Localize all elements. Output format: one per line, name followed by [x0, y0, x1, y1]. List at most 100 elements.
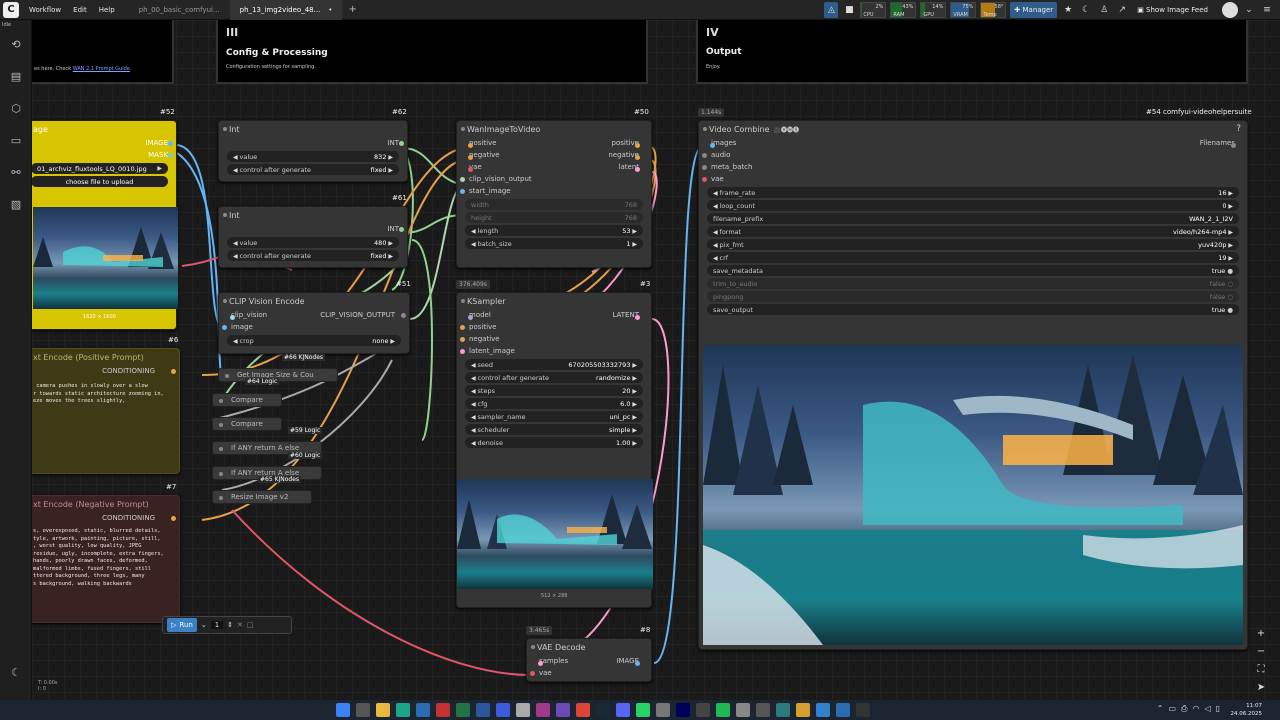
chevron-up-icon[interactable]: ⌃ [1157, 704, 1164, 714]
image-file-select[interactable]: 01_archviz_fluxtools_LQ_0010.jpg ▶ [32, 163, 168, 174]
upload-button[interactable]: choose file to upload [32, 176, 168, 187]
cube-icon[interactable]: ⬡ [8, 100, 24, 116]
wan-height-widget[interactable]: height 768 [465, 212, 643, 223]
vae-decode-node[interactable]: VAE Decode samples IMAGE vae [526, 638, 652, 682]
vc-filenames-output[interactable]: Filenames [1200, 139, 1239, 148]
excel-icon[interactable] [456, 703, 470, 717]
loop-count-widget[interactable]: ◀ loop_count 0 ▶ [707, 200, 1239, 211]
monitor-icon[interactable]: ▭ [1168, 704, 1176, 714]
after-effects-icon[interactable] [676, 703, 690, 717]
folder-icon[interactable]: ▭ [8, 132, 24, 148]
app-icon[interactable] [836, 703, 850, 717]
menu-help[interactable]: Help [93, 6, 121, 14]
app-icon[interactable] [656, 703, 670, 717]
wan-length-widget[interactable]: ◀ length 53 ▶ [465, 225, 643, 236]
stepper-icon[interactable]: ⇕ [227, 621, 233, 629]
spotify-icon[interactable] [716, 703, 730, 717]
triangle-icon[interactable]: ◬ [824, 2, 839, 18]
pingpong-toggle[interactable]: pingpong false ○ [707, 291, 1239, 302]
batch-count-input[interactable]: 1 [210, 621, 224, 629]
run-button[interactable]: ▷ Run [167, 618, 197, 632]
video-combine-node[interactable]: Video Combine 🎥🅥🅗🅢? images Filenames audio… [698, 120, 1248, 650]
outlook-icon[interactable] [416, 703, 430, 717]
crop-widget[interactable]: ◀ crop none ▶ [227, 335, 401, 346]
new-tab-button[interactable]: + [342, 4, 362, 15]
wan-latent-output[interactable]: latent [619, 163, 643, 172]
history-icon[interactable]: ⟲ [8, 36, 24, 52]
compare-node-1[interactable]: Compare [212, 393, 282, 407]
ks-latent-output[interactable]: LATENT [612, 311, 643, 320]
vc-vae-input[interactable]: vae [699, 173, 1247, 185]
chevron-down-icon[interactable]: ⌄ [201, 621, 207, 629]
frame-rate-widget[interactable]: ◀ frame_rate 16 ▶ [707, 187, 1239, 198]
wan-prompt-guide-link[interactable]: WAN 2.1 Prompt Guide [73, 66, 130, 72]
taskbar-clock[interactable]: 11:07 24.06.2025 [1231, 702, 1263, 718]
theme-toggle-icon[interactable]: ☾ [8, 664, 24, 680]
vae-vae-input[interactable]: vae [527, 667, 651, 679]
queue-icon[interactable]: ▤ [8, 68, 24, 84]
control-after-generate-widget[interactable]: ◀ control after generate randomize ▶ [465, 372, 643, 383]
vscode-icon[interactable] [496, 703, 510, 717]
ksampler-node[interactable]: KSampler model LATENT positive negative l… [456, 292, 653, 608]
navigate-icon[interactable]: ➤ [1254, 680, 1268, 694]
dreamweaver-icon[interactable] [536, 703, 550, 717]
negative-prompt-node[interactable]: xt Encode (Negative Prompt) CONDITIONING… [32, 495, 180, 623]
wan-clip-vision-input[interactable]: clip_vision_output [457, 173, 651, 185]
app-icon[interactable] [816, 703, 830, 717]
pos-conditioning-output[interactable]: CONDITIONING [32, 365, 179, 377]
tab-basic-comfyui[interactable]: ph_00_basic_comfyui... [129, 0, 230, 20]
chrome-icon[interactable] [576, 703, 590, 717]
app-icon[interactable] [556, 703, 570, 717]
square-icon[interactable]: □ [247, 621, 254, 629]
vae-samples-input[interactable]: samples [535, 657, 568, 666]
app-icon[interactable] [736, 703, 750, 717]
steam-icon[interactable] [596, 703, 610, 717]
wan-positive-input[interactable]: positive [465, 139, 496, 148]
word-icon[interactable] [476, 703, 490, 717]
terminal-icon[interactable] [856, 703, 870, 717]
wan-negative-output[interactable]: negative [608, 151, 643, 160]
int1-value-widget[interactable]: ◀ value 832 ▶ [227, 151, 399, 162]
image-output[interactable]: IMAGE [32, 137, 176, 149]
whatsapp-icon[interactable] [636, 703, 650, 717]
fit-view-icon[interactable]: ⛶ [1254, 662, 1268, 676]
wan-batch-widget[interactable]: ◀ batch_size 1 ▶ [465, 238, 643, 249]
neg-conditioning-output[interactable]: CONDITIONING [32, 512, 179, 524]
pos-prompt-textarea[interactable]: camera pushes in slowly over a slow r to… [33, 383, 164, 406]
seed-widget[interactable]: ◀ seed 670205503332793 ▶ [465, 359, 643, 370]
help-icon[interactable]: ? [1236, 124, 1241, 134]
app-icon[interactable] [696, 703, 710, 717]
close-icon[interactable]: ✕ [237, 621, 243, 629]
menu-workflow[interactable]: Workflow [23, 6, 67, 14]
ks-model-input[interactable]: model [465, 311, 491, 320]
star-icon[interactable]: ★ [1061, 2, 1075, 18]
clip-vision-encode-node[interactable]: CLIP Vision Encode clip_vision CLIP_VISI… [218, 292, 410, 354]
menu-edit[interactable]: Edit [67, 6, 93, 14]
printer-icon[interactable]: ⎙ [1181, 704, 1187, 714]
clip-vision-input[interactable]: clip_vision [227, 311, 267, 320]
discord-icon[interactable] [616, 703, 630, 717]
wan-negative-input[interactable]: negative [465, 151, 500, 160]
vc-audio-input[interactable]: audio [699, 149, 1247, 161]
speaker-icon[interactable]: ◁ [1204, 704, 1210, 714]
zoom-out-icon[interactable]: − [1254, 644, 1268, 658]
sampler-name-widget[interactable]: ◀ sampler_name uni_pc ▶ [465, 411, 643, 422]
int2-control-widget[interactable]: ◀ control after generate fixed ▶ [227, 250, 399, 261]
clipvision-image-input[interactable]: image [219, 321, 409, 333]
compare-node-2[interactable]: Compare [212, 417, 282, 431]
vc-meta-batch-input[interactable]: meta_batch [699, 161, 1247, 173]
tab-img2video[interactable]: ph_13_img2video_48... • [229, 0, 343, 20]
save-metadata-toggle[interactable]: save_metadata true ● [707, 265, 1239, 276]
vae-image-output[interactable]: IMAGE [616, 657, 643, 666]
wan-positive-output[interactable]: positive [612, 139, 643, 148]
wan-vae-input[interactable]: vae [465, 163, 482, 172]
load-image-node[interactable]: age IMAGE MASK 01_archviz_fluxtools_LQ_0… [32, 120, 178, 330]
wan-image-to-video-node[interactable]: WanImageToVideo positive positive negativ… [456, 120, 652, 268]
steps-widget[interactable]: ◀ steps 20 ▶ [465, 385, 643, 396]
int-node-2[interactable]: Int INT ◀ value 480 ▶ ◀ control after gen… [218, 206, 408, 268]
int-node-1[interactable]: Int INT ◀ value 832 ▶ ◀ control after gen… [218, 120, 408, 182]
crf-widget[interactable]: ◀ crf 19 ▶ [707, 252, 1239, 263]
nodes-icon[interactable]: ⚯ [8, 164, 24, 180]
moon-icon[interactable]: ☾ [1079, 2, 1093, 18]
app-icon[interactable] [776, 703, 790, 717]
